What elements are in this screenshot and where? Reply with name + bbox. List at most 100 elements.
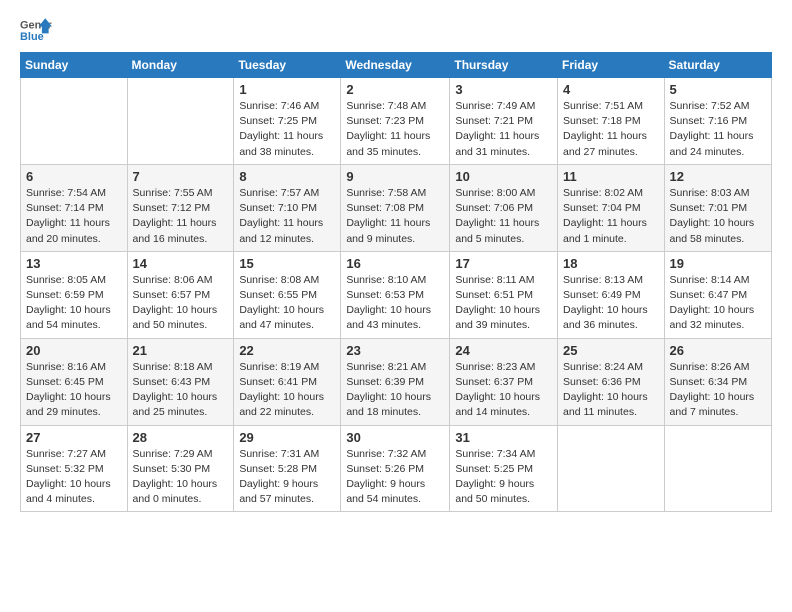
day-number: 26 [670, 343, 766, 358]
day-cell: 24 Sunrise: 8:23 AMSunset: 6:37 PMDayligh… [450, 338, 558, 425]
day-info: Sunrise: 8:02 AMSunset: 7:04 PMDaylight:… [563, 186, 659, 247]
day-info: Sunrise: 8:08 AMSunset: 6:55 PMDaylight:… [239, 273, 335, 334]
day-info: Sunrise: 8:03 AMSunset: 7:01 PMDaylight:… [670, 186, 766, 247]
day-info: Sunrise: 7:58 AMSunset: 7:08 PMDaylight:… [346, 186, 444, 247]
day-number: 18 [563, 256, 659, 271]
day-cell: 27Sunrise: 7:27 AMSunset: 5:32 PMDayligh… [21, 425, 128, 512]
day-number: 23 [346, 343, 444, 358]
day-cell: 14 Sunrise: 8:06 AMSunset: 6:57 PMDayligh… [127, 251, 234, 338]
day-cell: 17 Sunrise: 8:11 AMSunset: 6:51 PMDayligh… [450, 251, 558, 338]
day-info: Sunrise: 8:24 AMSunset: 6:36 PMDaylight:… [563, 360, 659, 421]
day-cell: 5 Sunrise: 7:52 AMSunset: 7:16 PMDaylight… [664, 78, 771, 165]
weekday-header-friday: Friday [558, 53, 665, 78]
week-row-3: 13 Sunrise: 8:05 AMSunset: 6:59 PMDayligh… [21, 251, 772, 338]
day-number: 16 [346, 256, 444, 271]
day-number: 20 [26, 343, 122, 358]
day-number: 3 [455, 82, 552, 97]
day-info: Sunrise: 8:10 AMSunset: 6:53 PMDaylight:… [346, 273, 444, 334]
day-cell: 25 Sunrise: 8:24 AMSunset: 6:36 PMDayligh… [558, 338, 665, 425]
weekday-header-saturday: Saturday [664, 53, 771, 78]
day-info: Sunrise: 7:32 AMSunset: 5:26 PMDaylight:… [346, 447, 444, 508]
day-number: 24 [455, 343, 552, 358]
day-info: Sunrise: 8:23 AMSunset: 6:37 PMDaylight:… [455, 360, 552, 421]
day-number: 4 [563, 82, 659, 97]
day-info: Sunrise: 8:18 AMSunset: 6:43 PMDaylight:… [133, 360, 229, 421]
page: General Blue SundayMondayTuesdayWednesda… [0, 0, 792, 528]
day-number: 25 [563, 343, 659, 358]
day-cell [664, 425, 771, 512]
day-cell: 29Sunrise: 7:31 AMSunset: 5:28 PMDayligh… [234, 425, 341, 512]
day-info: Sunrise: 8:06 AMSunset: 6:57 PMDaylight:… [133, 273, 229, 334]
day-number: 14 [133, 256, 229, 271]
day-number: 22 [239, 343, 335, 358]
day-cell: 1 Sunrise: 7:46 AMSunset: 7:25 PMDaylight… [234, 78, 341, 165]
day-number: 28 [133, 430, 229, 445]
day-info: Sunrise: 7:51 AMSunset: 7:18 PMDaylight:… [563, 99, 659, 160]
day-number: 17 [455, 256, 552, 271]
day-number: 2 [346, 82, 444, 97]
day-info: Sunrise: 7:46 AMSunset: 7:25 PMDaylight:… [239, 99, 335, 160]
day-info: Sunrise: 8:16 AMSunset: 6:45 PMDaylight:… [26, 360, 122, 421]
day-number: 19 [670, 256, 766, 271]
svg-text:Blue: Blue [20, 31, 44, 43]
day-info: Sunrise: 8:26 AMSunset: 6:34 PMDaylight:… [670, 360, 766, 421]
week-row-2: 6 Sunrise: 7:54 AMSunset: 7:14 PMDaylight… [21, 164, 772, 251]
day-cell: 7 Sunrise: 7:55 AMSunset: 7:12 PMDaylight… [127, 164, 234, 251]
weekday-header-tuesday: Tuesday [234, 53, 341, 78]
day-cell: 30 Sunrise: 7:32 AMSunset: 5:26 PMDayligh… [341, 425, 450, 512]
day-cell: 31Sunrise: 7:34 AMSunset: 5:25 PMDayligh… [450, 425, 558, 512]
day-cell: 13 Sunrise: 8:05 AMSunset: 6:59 PMDayligh… [21, 251, 128, 338]
day-cell [21, 78, 128, 165]
day-info: Sunrise: 7:57 AMSunset: 7:10 PMDaylight:… [239, 186, 335, 247]
day-number: 8 [239, 169, 335, 184]
week-row-5: 27Sunrise: 7:27 AMSunset: 5:32 PMDayligh… [21, 425, 772, 512]
day-cell: 12Sunrise: 8:03 AMSunset: 7:01 PMDayligh… [664, 164, 771, 251]
day-info: Sunrise: 8:00 AMSunset: 7:06 PMDaylight:… [455, 186, 552, 247]
day-number: 11 [563, 169, 659, 184]
day-info: Sunrise: 7:55 AMSunset: 7:12 PMDaylight:… [133, 186, 229, 247]
day-number: 6 [26, 169, 122, 184]
day-number: 31 [455, 430, 552, 445]
day-number: 30 [346, 430, 444, 445]
day-number: 15 [239, 256, 335, 271]
day-info: Sunrise: 8:11 AMSunset: 6:51 PMDaylight:… [455, 273, 552, 334]
day-number: 29 [239, 430, 335, 445]
logo: General Blue [20, 16, 52, 44]
day-cell: 3 Sunrise: 7:49 AMSunset: 7:21 PMDaylight… [450, 78, 558, 165]
day-cell [558, 425, 665, 512]
day-info: Sunrise: 8:19 AMSunset: 6:41 PMDaylight:… [239, 360, 335, 421]
weekday-header-wednesday: Wednesday [341, 53, 450, 78]
day-info: Sunrise: 8:05 AMSunset: 6:59 PMDaylight:… [26, 273, 122, 334]
day-number: 10 [455, 169, 552, 184]
day-number: 7 [133, 169, 229, 184]
day-info: Sunrise: 7:27 AMSunset: 5:32 PMDaylight:… [26, 447, 122, 508]
day-info: Sunrise: 8:13 AMSunset: 6:49 PMDaylight:… [563, 273, 659, 334]
day-number: 5 [670, 82, 766, 97]
day-cell: 8 Sunrise: 7:57 AMSunset: 7:10 PMDaylight… [234, 164, 341, 251]
day-info: Sunrise: 7:49 AMSunset: 7:21 PMDaylight:… [455, 99, 552, 160]
day-info: Sunrise: 8:21 AMSunset: 6:39 PMDaylight:… [346, 360, 444, 421]
day-info: Sunrise: 7:54 AMSunset: 7:14 PMDaylight:… [26, 186, 122, 247]
day-cell: 15 Sunrise: 8:08 AMSunset: 6:55 PMDayligh… [234, 251, 341, 338]
day-cell: 11 Sunrise: 8:02 AMSunset: 7:04 PMDayligh… [558, 164, 665, 251]
day-number: 13 [26, 256, 122, 271]
day-number: 9 [346, 169, 444, 184]
day-cell: 9 Sunrise: 7:58 AMSunset: 7:08 PMDaylight… [341, 164, 450, 251]
day-info: Sunrise: 7:52 AMSunset: 7:16 PMDaylight:… [670, 99, 766, 160]
day-cell: 22 Sunrise: 8:19 AMSunset: 6:41 PMDayligh… [234, 338, 341, 425]
day-cell: 19Sunrise: 8:14 AMSunset: 6:47 PMDayligh… [664, 251, 771, 338]
day-cell: 2 Sunrise: 7:48 AMSunset: 7:23 PMDaylight… [341, 78, 450, 165]
day-cell: 18 Sunrise: 8:13 AMSunset: 6:49 PMDayligh… [558, 251, 665, 338]
day-info: Sunrise: 7:48 AMSunset: 7:23 PMDaylight:… [346, 99, 444, 160]
weekday-header-monday: Monday [127, 53, 234, 78]
day-cell: 16 Sunrise: 8:10 AMSunset: 6:53 PMDayligh… [341, 251, 450, 338]
logo-icon: General Blue [20, 16, 52, 44]
weekday-header-row: SundayMondayTuesdayWednesdayThursdayFrid… [21, 53, 772, 78]
day-cell: 26 Sunrise: 8:26 AMSunset: 6:34 PMDayligh… [664, 338, 771, 425]
weekday-header-sunday: Sunday [21, 53, 128, 78]
week-row-4: 20 Sunrise: 8:16 AMSunset: 6:45 PMDayligh… [21, 338, 772, 425]
week-row-1: 1 Sunrise: 7:46 AMSunset: 7:25 PMDaylight… [21, 78, 772, 165]
day-cell: 4 Sunrise: 7:51 AMSunset: 7:18 PMDaylight… [558, 78, 665, 165]
day-number: 1 [239, 82, 335, 97]
day-cell: 21Sunrise: 8:18 AMSunset: 6:43 PMDayligh… [127, 338, 234, 425]
